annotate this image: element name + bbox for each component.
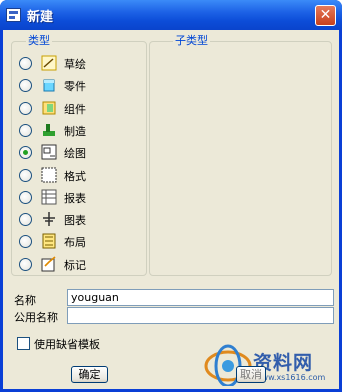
type-radio[interactable] [19,190,32,204]
diagram-icon [43,212,55,227]
type-option[interactable]: 零件 [19,76,139,94]
type-option-label: 格式 [64,169,86,183]
name-label: 名称 [14,294,36,307]
type-option[interactable]: 组件 [19,99,139,117]
type-group: 类型 草绘零件组件制造绘图格式报表图表布局标记 [11,35,147,276]
dialog-body: 类型 草绘零件组件制造绘图格式报表图表布局标记 子类型 名称 youguan 公… [3,30,339,389]
default-template-label: 使用缺省模板 [34,338,100,351]
type-option-label: 报表 [64,191,86,205]
name-input[interactable]: youguan [67,289,334,306]
type-radio[interactable] [19,101,32,115]
type-radio[interactable] [19,235,32,249]
manufacturing-icon [43,123,55,136]
type-radio[interactable] [19,146,32,160]
type-option[interactable]: 绘图 [19,143,139,161]
title-bar[interactable]: 新建 ✕ [0,0,342,30]
common-name-label: 公用名称 [14,311,58,324]
markup-icon [41,256,56,272]
format-icon [41,167,57,182]
close-button[interactable]: ✕ [315,5,336,26]
cancel-button[interactable]: 取消 [236,366,266,383]
type-option[interactable]: 布局 [19,232,139,250]
type-radio[interactable] [19,168,32,182]
type-radio[interactable] [19,79,32,93]
type-option-label: 绘图 [64,147,86,161]
drawing-icon [41,144,57,160]
assembly-icon [42,101,56,115]
ok-button[interactable]: 确定 [71,366,108,383]
type-option[interactable]: 报表 [19,188,139,206]
type-option[interactable]: 图表 [19,210,139,228]
report-icon [41,189,57,205]
layout-icon [42,233,56,249]
type-option[interactable]: 制造 [19,121,139,139]
type-option-label: 制造 [64,124,86,138]
type-group-legend: 类型 [26,34,52,47]
window-title: 新建 [27,10,54,25]
type-radio[interactable] [19,57,32,70]
subtype-group-legend: 子类型 [173,34,210,47]
dialog-window: 新建 ✕ 类型 草绘零件组件制造绘图格式报表图表布局标记 子类型 名称 youg… [0,0,342,392]
type-option-label: 组件 [64,102,86,116]
common-name-input[interactable] [67,307,334,324]
type-radio[interactable] [19,257,32,271]
type-radio[interactable] [19,213,32,227]
subtype-group: 子类型 [149,35,332,276]
part-icon [43,79,55,92]
type-option-label: 图表 [64,214,86,228]
type-option[interactable]: 标记 [19,255,139,273]
type-option-label: 布局 [64,236,86,250]
type-option-label: 标记 [64,258,86,272]
default-template-checkbox[interactable] [17,337,30,350]
window-app-icon [6,8,21,22]
type-option-label: 草绘 [64,58,86,71]
type-option[interactable]: 草绘 [19,54,139,72]
type-option[interactable]: 格式 [19,166,139,184]
type-option-label: 零件 [64,80,86,94]
sketch-icon [41,55,57,71]
type-radio[interactable] [19,123,32,137]
